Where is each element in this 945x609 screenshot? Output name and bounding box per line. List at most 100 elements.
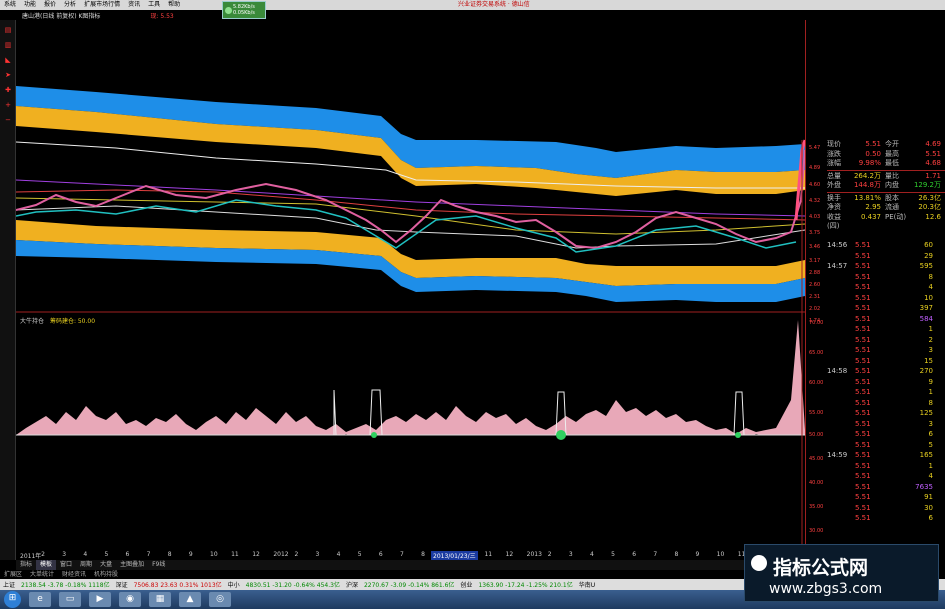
tick-time [827, 356, 855, 367]
browser-icon[interactable]: ◎ [209, 592, 231, 607]
tab-indicator[interactable]: 指标 [16, 560, 36, 570]
sz-label: 深证 [115, 582, 128, 589]
tab-f9[interactable]: F9线 [148, 560, 169, 570]
tab-period[interactable]: 周期 [76, 560, 96, 570]
indicator-name: 大牛持仓 [20, 318, 45, 325]
tick-list[interactable]: 14:56 5.51 60 5.51 29 14:57 5.51 595 5.51 8 5.… [827, 240, 945, 524]
tick-row: 14:57 5.51 595 [827, 261, 945, 272]
info-row: 现价 5.51 今开 4.69 [827, 140, 945, 150]
oscillator-pink [16, 320, 805, 435]
signal-spike-4 [733, 391, 745, 436]
tick-row: 14:59 5.51 165 [827, 450, 945, 461]
menu-help[interactable]: 帮助 [164, 0, 184, 10]
watermark-url: www.zbgs3.com [769, 581, 883, 597]
menu-news[interactable]: 资讯 [124, 0, 144, 10]
tick-time [827, 314, 855, 325]
zoom-in-icon[interactable]: + [2, 101, 14, 110]
tick-price: 5.51 [855, 293, 871, 302]
info-value: 129.2万 [913, 181, 941, 189]
menu-analysis[interactable]: 分析 [60, 0, 80, 10]
tick-row: 5.51 10 [827, 293, 945, 304]
tab-bigorder[interactable]: 大单统计 [26, 570, 58, 579]
tick-time [827, 429, 855, 440]
menu-system[interactable]: 系统 [0, 0, 20, 10]
extension-tab-strip: 扩展区 大单统计 财经资讯 机构持股 [0, 570, 200, 579]
chat-icon[interactable]: ◉ [119, 592, 141, 607]
tab-market[interactable]: 大盘 [96, 560, 116, 570]
axis-label: 4.03 [809, 214, 821, 220]
tick-price: 5.51 [855, 251, 871, 260]
zoom-out-icon[interactable]: − [2, 116, 14, 125]
tick-price: 5.51 [855, 346, 871, 354]
menu-tools[interactable]: 工具 [144, 0, 164, 10]
stock-app-icon[interactable]: ▲ [179, 592, 201, 607]
tick-price: 5.51 [855, 409, 871, 417]
ie-icon[interactable]: e [29, 592, 51, 607]
chart-icon[interactable]: ▤ [2, 26, 14, 35]
time-axis-label: 3 [62, 551, 67, 558]
menu-function[interactable]: 功能 [20, 0, 40, 10]
time-axis-label: 6 [632, 551, 637, 558]
tab-template[interactable]: 模板 [36, 560, 57, 570]
tick-volume: 5 [928, 440, 933, 449]
tab-overlay[interactable]: 主图叠加 [116, 560, 148, 570]
tick-row: 5.51 8 [827, 398, 945, 409]
time-axis-label: 4 [336, 551, 341, 558]
hs-index: 2270.67 -3.09 -0.14% 861.6亿 [363, 582, 455, 589]
info-row: 涨跌 0.50 最高 5.51 [827, 150, 945, 160]
cursor-icon[interactable]: ✚ [2, 86, 14, 95]
time-axis-label: 6 [125, 551, 130, 558]
tick-time: 14:56 [827, 241, 848, 249]
info-key: 总量 [827, 171, 841, 180]
tick-volume: 4 [928, 283, 933, 291]
tick-volume: 7635 [915, 482, 933, 491]
arrow-icon[interactable]: ➤ [2, 71, 14, 80]
tick-volume: 6 [928, 430, 933, 438]
axis-label: 60.00 [809, 380, 824, 386]
menu-market[interactable]: 扩展市场行情 [80, 0, 124, 10]
tab-ext[interactable]: 扩展区 [0, 570, 26, 579]
tick-price: 5.51 [855, 514, 871, 522]
tick-row: 5.51 125 [827, 408, 945, 419]
k-icon[interactable]: ▥ [2, 41, 14, 50]
info-key: 今开 [885, 140, 899, 148]
tick-time [827, 324, 855, 335]
axis-label: 65.00 [809, 350, 824, 356]
kline-chart[interactable] [16, 20, 805, 550]
time-axis-label: 8 [674, 551, 679, 558]
app-icon[interactable]: ▦ [149, 592, 171, 607]
bottom-tab-strip: 指标 模板 窗口 周期 大盘 主图叠加 F9线 [16, 560, 816, 570]
tick-row: 5.51 1 [827, 387, 945, 398]
media-icon[interactable]: ▶ [89, 592, 111, 607]
tick-time [827, 503, 855, 514]
tick-price: 5.51 [855, 430, 871, 438]
axis-label: 45.00 [809, 456, 824, 462]
time-axis-label: 2 [547, 551, 552, 558]
tick-time [827, 408, 855, 419]
axis-label: 40.00 [809, 480, 824, 486]
tick-time: 14:57 [827, 262, 848, 270]
time-axis-label: 8 [167, 551, 172, 558]
tick-volume: 270 [919, 367, 933, 375]
time-axis-label: 2011年 [20, 553, 42, 560]
tick-time [827, 293, 855, 304]
tab-institution[interactable]: 机构持股 [90, 570, 122, 579]
tick-volume: 165 [919, 451, 933, 459]
start-icon[interactable]: ⊞ [4, 591, 21, 608]
tick-price: 5.51 [855, 262, 871, 270]
trend-icon[interactable]: ◣ [2, 56, 14, 65]
tick-row: 5.51 5 [827, 440, 945, 451]
tick-volume: 4 [928, 472, 933, 480]
tick-volume: 8 [928, 398, 933, 407]
info-value: 20.3亿 [918, 203, 941, 211]
tab-finance-news[interactable]: 财经资讯 [58, 570, 90, 579]
tab-window[interactable]: 窗口 [56, 560, 76, 570]
menu-quote[interactable]: 报价 [40, 0, 60, 10]
tick-time [827, 335, 855, 346]
info-key: 涨跌 [827, 149, 841, 158]
time-axis-label: 9 [188, 551, 193, 558]
tick-time [827, 272, 855, 283]
folder-icon[interactable]: ▭ [59, 592, 81, 607]
axis-label: 3.17 [809, 258, 821, 264]
tick-price: 5.51 [855, 451, 871, 459]
